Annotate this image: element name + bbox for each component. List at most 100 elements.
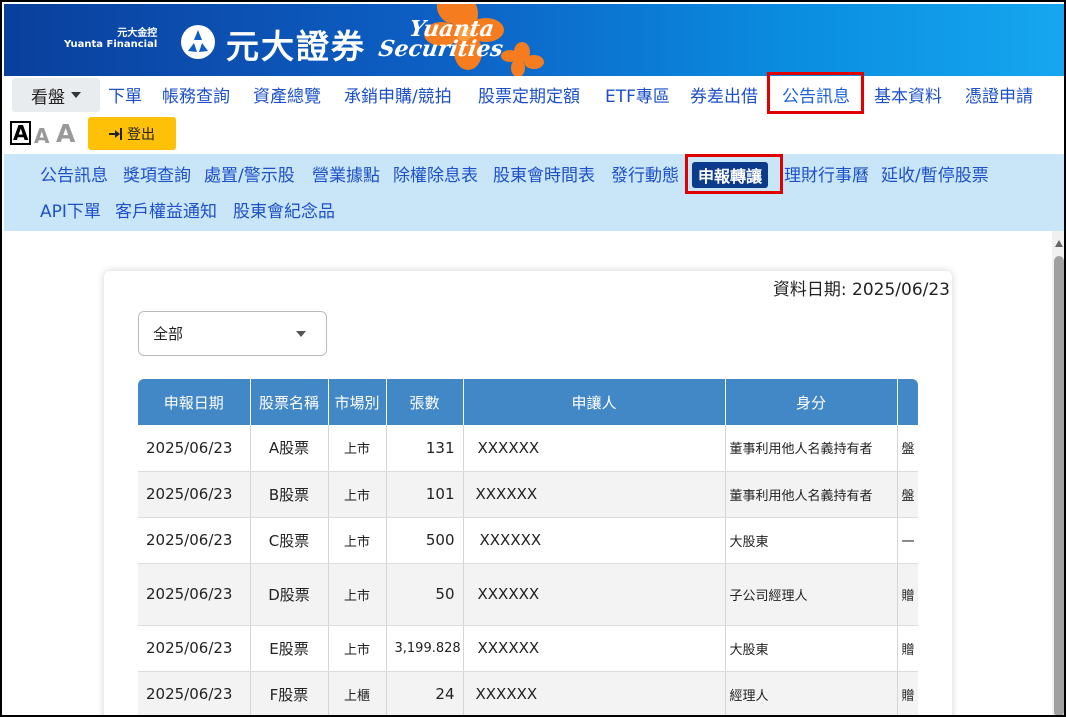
subnav-item-souvenirs[interactable]: 股東會紀念品 <box>233 197 335 222</box>
nav-item-underwriting[interactable]: 承銷申購/競拍 <box>344 82 452 107</box>
column-header[interactable] <box>897 379 918 425</box>
cell-identity: 董事利用他人名義持有者 <box>725 425 898 472</box>
column-header[interactable]: 身分 <box>725 379 898 425</box>
subnav-item-branches[interactable]: 營業據點 <box>312 161 380 186</box>
cell-market: 上市 <box>328 517 387 564</box>
cell-method: 贈 <box>897 625 918 672</box>
chevron-down-icon <box>296 331 306 337</box>
cell-shares: 101 <box>386 471 464 518</box>
nav-item-securities-lending[interactable]: 券差出借 <box>690 82 758 107</box>
cell-shares: 24 <box>386 671 464 715</box>
data-date-label: 資料日期: 2025/06/23 <box>772 280 950 300</box>
cell-stock-name: E股票 <box>250 625 329 672</box>
nav-item-certificate[interactable]: 憑證申請 <box>965 82 1033 107</box>
cell-method: 盤 <box>897 425 918 472</box>
font-size-toolbar: A A A 登出 <box>4 114 1064 154</box>
cell-method: 盤 <box>897 471 918 518</box>
cell-date: 2025/06/23 <box>138 471 251 518</box>
subnav-item-announcements[interactable]: 公告訊息 <box>40 161 108 186</box>
cell-transferor: XXXXXX <box>463 625 726 672</box>
market-filter-value: 全部 <box>153 325 184 343</box>
subnav-item-disposition[interactable]: 處置/警示股 <box>204 161 295 186</box>
sign-in-icon <box>109 127 122 140</box>
scrollbar-thumb[interactable] <box>1054 256 1064 715</box>
nav-item-asset-overview[interactable]: 資產總覽 <box>253 82 321 107</box>
cell-market: 上市 <box>328 471 387 518</box>
table-row: 2025/06/23 D股票 上市 50 XXXXXX 子公司經理人 贈 <box>138 563 918 626</box>
transfer-table: 申報日期 股票名稱 市場別 張數 申讓人 身分 2025/06/23 A股票 上… <box>138 379 918 715</box>
column-header[interactable]: 申讓人 <box>463 379 726 425</box>
cell-stock-name: A股票 <box>250 425 329 472</box>
font-size-medium-button[interactable]: A <box>34 124 49 148</box>
font-size-large-button[interactable]: A <box>10 121 32 145</box>
nav-item-account-query[interactable]: 帳務查詢 <box>162 82 230 107</box>
cell-market: 上市 <box>328 563 387 626</box>
cell-method: 一 <box>897 517 918 564</box>
subnav-item-issuance[interactable]: 發行動態 <box>611 161 679 186</box>
column-header[interactable]: 股票名稱 <box>250 379 329 425</box>
subnav-item-shareholder-meeting[interactable]: 股東會時間表 <box>493 161 595 186</box>
main-nav: 看盤 下單 帳務查詢 資產總覽 承銷申購/競拍 股票定期定額 ETF專區 券差出… <box>4 72 1064 114</box>
table-row: 2025/06/23 E股票 上市 3,199.828 XXXXXX 大股東 贈 <box>138 625 918 672</box>
cell-method: 贈 <box>897 563 918 626</box>
highlight-box <box>685 154 783 194</box>
cell-stock-name: B股票 <box>250 471 329 518</box>
subnav-item-awards[interactable]: 獎項查詢 <box>123 161 191 186</box>
subnav-item-customer-rights[interactable]: 客戶權益通知 <box>115 197 217 222</box>
cell-transferor: XXXXXX <box>463 671 726 715</box>
holding-logo: 元大金控 Yuanta Financial <box>64 28 157 50</box>
table-row: 2025/06/23 C股票 上市 500 XXXXXX 大股東 一 <box>138 517 918 564</box>
cell-transferor: XXXXXX <box>463 517 726 564</box>
cell-shares: 131 <box>386 425 464 472</box>
table-row: 2025/06/23 F股票 上櫃 24 XXXXXX 經理人 贈 <box>138 671 918 715</box>
page-scrollbar[interactable] <box>1052 231 1064 715</box>
logout-button[interactable]: 登出 <box>88 117 176 150</box>
subnav-item-suspended-stocks[interactable]: 延收/暫停股票 <box>881 161 989 186</box>
cell-shares: 3,199.828 <box>386 625 464 672</box>
column-header[interactable]: 申報日期 <box>138 379 251 425</box>
cell-date: 2025/06/23 <box>138 671 251 715</box>
cell-market: 上市 <box>328 625 387 672</box>
column-header[interactable]: 張數 <box>386 379 464 425</box>
subnav-item-finance-calendar[interactable]: 理財行事曆 <box>784 161 869 186</box>
cell-transferor: XXXXXX <box>463 563 726 626</box>
table-header-row: 申報日期 股票名稱 市場別 張數 申讓人 身分 <box>138 379 918 425</box>
nav-item-regular-investment[interactable]: 股票定期定額 <box>478 82 580 107</box>
font-size-small-button[interactable]: A <box>56 119 75 148</box>
brand-name-cn: 元大證券 <box>226 27 366 66</box>
column-header[interactable]: 市場別 <box>328 379 387 425</box>
yuanta-logo-icon <box>181 25 215 59</box>
cell-stock-name: C股票 <box>250 517 329 564</box>
cell-identity: 經理人 <box>725 671 898 715</box>
market-watch-dropdown[interactable]: 看盤 <box>12 78 100 112</box>
subnav-item-api-order[interactable]: API下單 <box>40 197 101 222</box>
nav-item-basic-info[interactable]: 基本資料 <box>874 82 942 107</box>
cell-date: 2025/06/23 <box>138 563 251 626</box>
transfer-table-container[interactable]: 申報日期 股票名稱 市場別 張數 申讓人 身分 2025/06/23 A股票 上… <box>138 379 918 715</box>
header-banner: 元大金控 Yuanta Financial 元大證券 Yuanta Securi… <box>4 4 1064 76</box>
holding-name-cn: 元大金控 <box>117 28 158 39</box>
subnav-item-ex-dividend[interactable]: 除權除息表 <box>393 161 478 186</box>
cell-date: 2025/06/23 <box>138 625 251 672</box>
cell-identity: 子公司經理人 <box>725 563 898 626</box>
scroll-up-arrow-icon[interactable] <box>1055 240 1063 247</box>
cell-identity: 大股東 <box>725 625 898 672</box>
cell-transferor: XXXXXX <box>463 425 726 472</box>
market-watch-label: 看盤 <box>31 87 65 108</box>
nav-item-etf[interactable]: ETF專區 <box>605 82 670 107</box>
cell-identity: 大股東 <box>725 517 898 564</box>
sub-nav: 公告訊息 獎項查詢 處置/警示股 營業據點 除權除息表 股東會時間表 發行動態 … <box>4 154 1064 231</box>
brand-name-en: Yuanta Securities <box>376 16 507 62</box>
transfer-declaration-card: 資料日期: 2025/06/23 全部 申報日期 股票名稱 市場別 張數 申讓人… <box>104 271 952 715</box>
cell-stock-name: D股票 <box>250 563 329 626</box>
cell-date: 2025/06/23 <box>138 517 251 564</box>
cell-stock-name: F股票 <box>250 671 329 715</box>
market-filter-select[interactable]: 全部 <box>138 311 327 356</box>
cell-market: 上市 <box>328 425 387 472</box>
cell-market: 上櫃 <box>328 671 387 715</box>
brand-name-en-line2: Securities <box>376 35 505 62</box>
nav-item-order[interactable]: 下單 <box>108 82 142 107</box>
logout-label: 登出 <box>127 126 155 143</box>
cell-date: 2025/06/23 <box>138 425 251 472</box>
highlight-box <box>767 72 864 114</box>
